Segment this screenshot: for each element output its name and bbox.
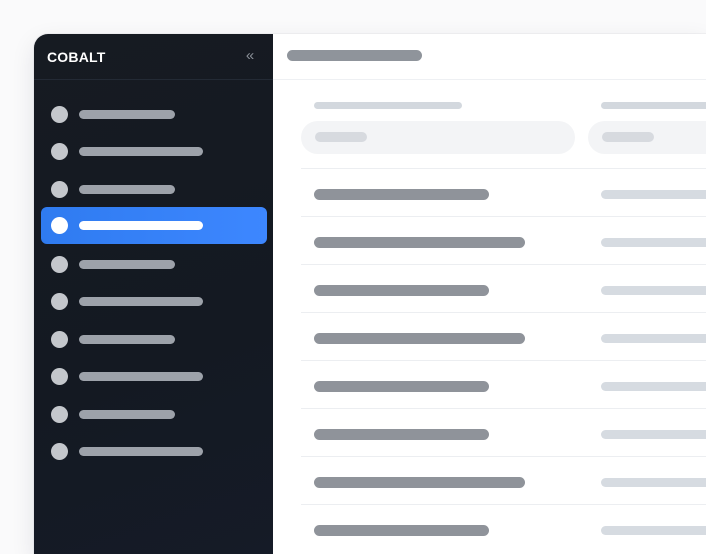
cell-placeholder bbox=[601, 430, 706, 439]
cell-placeholder bbox=[601, 478, 706, 487]
column-header-2-placeholder bbox=[601, 102, 706, 109]
sidebar-item-label-placeholder bbox=[79, 147, 203, 156]
sidebar-item-label-placeholder bbox=[79, 185, 175, 194]
page-title-placeholder bbox=[287, 50, 422, 61]
sidebar-divider bbox=[34, 79, 273, 80]
circle-icon bbox=[51, 217, 68, 234]
sidebar-item-6[interactable] bbox=[41, 283, 267, 320]
table-row[interactable] bbox=[301, 408, 706, 456]
sidebar-item-7[interactable] bbox=[41, 321, 267, 358]
sidebar-item-1[interactable] bbox=[41, 96, 267, 133]
sidebar-item-10[interactable] bbox=[41, 433, 267, 470]
cell-placeholder bbox=[314, 285, 489, 296]
sidebar: COBALT « bbox=[34, 34, 273, 554]
sidebar-item-2[interactable] bbox=[41, 133, 267, 170]
filter-input-2[interactable] bbox=[588, 121, 706, 154]
circle-icon bbox=[51, 256, 68, 273]
circle-icon bbox=[51, 293, 68, 310]
table-row[interactable] bbox=[301, 168, 706, 216]
sidebar-item-8[interactable] bbox=[41, 358, 267, 395]
sidebar-item-label-placeholder bbox=[79, 260, 175, 269]
cell-placeholder bbox=[314, 237, 525, 248]
sidebar-item-label-placeholder bbox=[79, 335, 175, 344]
cell-placeholder bbox=[601, 382, 706, 391]
double-chevron-left-icon: « bbox=[245, 47, 255, 64]
cell-placeholder bbox=[314, 525, 489, 536]
filter-placeholder bbox=[602, 132, 654, 142]
table-row[interactable] bbox=[301, 216, 706, 264]
sidebar-item-4-active[interactable] bbox=[41, 207, 267, 244]
sidebar-item-label-placeholder bbox=[79, 297, 203, 306]
main-content bbox=[273, 34, 706, 554]
cell-placeholder bbox=[601, 238, 706, 247]
collapse-sidebar-button[interactable]: « bbox=[239, 46, 261, 66]
table-row[interactable] bbox=[301, 312, 706, 360]
cell-placeholder bbox=[314, 189, 489, 200]
cell-placeholder bbox=[314, 381, 489, 392]
sidebar-item-9[interactable] bbox=[41, 396, 267, 433]
cell-placeholder bbox=[314, 477, 525, 488]
cell-placeholder bbox=[314, 429, 489, 440]
sidebar-item-label-placeholder bbox=[79, 372, 203, 381]
cell-placeholder bbox=[601, 526, 706, 535]
filter-placeholder bbox=[315, 132, 367, 142]
app-window: COBALT « bbox=[34, 34, 706, 554]
sidebar-item-label-placeholder bbox=[79, 410, 175, 419]
top-bar bbox=[273, 34, 706, 80]
circle-icon bbox=[51, 406, 68, 423]
sidebar-item-label-placeholder bbox=[79, 447, 203, 456]
table-row[interactable] bbox=[301, 264, 706, 312]
column-header-1-placeholder bbox=[314, 102, 462, 109]
sidebar-item-label-placeholder bbox=[79, 221, 203, 230]
table-row[interactable] bbox=[301, 360, 706, 408]
brand-logo: COBALT bbox=[47, 49, 106, 65]
circle-icon bbox=[51, 143, 68, 160]
cell-placeholder bbox=[601, 190, 706, 199]
table-row[interactable] bbox=[301, 456, 706, 504]
circle-icon bbox=[51, 181, 68, 198]
cell-placeholder bbox=[601, 286, 706, 295]
sidebar-item-3[interactable] bbox=[41, 171, 267, 208]
sidebar-item-5[interactable] bbox=[41, 246, 267, 283]
table-row[interactable] bbox=[301, 504, 706, 552]
cell-placeholder bbox=[314, 333, 525, 344]
circle-icon bbox=[51, 331, 68, 348]
circle-icon bbox=[51, 368, 68, 385]
sidebar-item-label-placeholder bbox=[79, 110, 175, 119]
filter-input-1[interactable] bbox=[301, 121, 575, 154]
circle-icon bbox=[51, 443, 68, 460]
cell-placeholder bbox=[601, 334, 706, 343]
circle-icon bbox=[51, 106, 68, 123]
